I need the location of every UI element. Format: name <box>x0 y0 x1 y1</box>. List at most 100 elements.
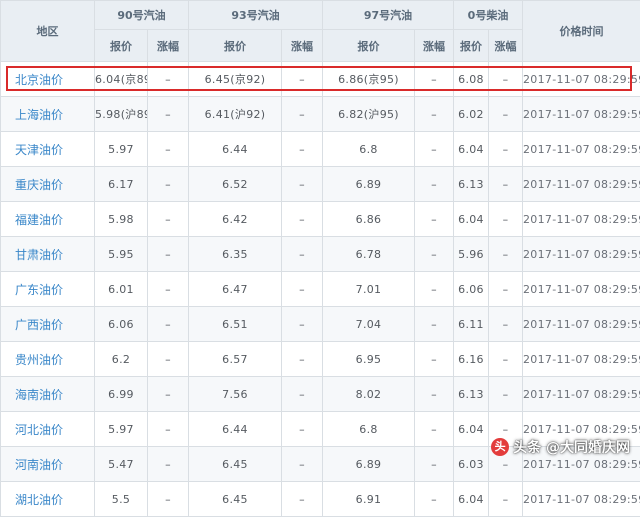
price-90: 5.47 <box>95 447 148 482</box>
header-price-90: 报价 <box>95 30 148 62</box>
header-change-0: 涨幅 <box>489 30 523 62</box>
price-97: 7.04 <box>323 307 415 342</box>
change-0: – <box>489 132 523 167</box>
price-93: 6.44 <box>189 132 282 167</box>
header-change-97: 涨幅 <box>415 30 454 62</box>
price-97: 6.86 <box>323 202 415 237</box>
change-93: – <box>282 202 323 237</box>
price-0: 6.11 <box>454 307 489 342</box>
header-change-90: 涨幅 <box>148 30 189 62</box>
price-97: 6.89 <box>323 167 415 202</box>
price-90: 6.17 <box>95 167 148 202</box>
region-link[interactable]: 贵州油价 <box>1 342 95 377</box>
region-link[interactable]: 天津油价 <box>1 132 95 167</box>
header-change-93: 涨幅 <box>282 30 323 62</box>
table-row: 湖北油价 5.5 – 6.45 – 6.91 – 6.04 – 2017-11-… <box>1 482 640 517</box>
header-price-0: 报价 <box>454 30 489 62</box>
change-97: – <box>415 167 454 202</box>
region-link[interactable]: 广西油价 <box>1 307 95 342</box>
region-link[interactable]: 甘肃油价 <box>1 237 95 272</box>
price-0: 6.02 <box>454 97 489 132</box>
price-97: 6.95 <box>323 342 415 377</box>
change-90: – <box>148 272 189 307</box>
price-90: 6.06 <box>95 307 148 342</box>
change-0: – <box>489 167 523 202</box>
header-price-93: 报价 <box>189 30 282 62</box>
change-0: – <box>489 97 523 132</box>
change-90: – <box>148 447 189 482</box>
price-93: 6.35 <box>189 237 282 272</box>
price-90: 5.97 <box>95 132 148 167</box>
price-97: 7.01 <box>323 272 415 307</box>
region-link[interactable]: 重庆油价 <box>1 167 95 202</box>
price-97: 6.8 <box>323 412 415 447</box>
price-0: 6.16 <box>454 342 489 377</box>
change-90: – <box>148 62 189 97</box>
change-0: – <box>489 237 523 272</box>
change-97: – <box>415 377 454 412</box>
price-0: 6.04 <box>454 412 489 447</box>
price-time: 2017-11-07 08:29:59 <box>523 272 640 307</box>
change-93: – <box>282 412 323 447</box>
change-0: – <box>489 377 523 412</box>
change-0: – <box>489 307 523 342</box>
region-link[interactable]: 上海油价 <box>1 97 95 132</box>
price-90: 6.01 <box>95 272 148 307</box>
price-93: 6.45(京92) <box>189 62 282 97</box>
region-link[interactable]: 北京油价 <box>1 62 95 97</box>
change-90: – <box>148 307 189 342</box>
price-90: 5.97 <box>95 412 148 447</box>
price-time: 2017-11-07 08:29:59 <box>523 167 640 202</box>
price-93: 6.47 <box>189 272 282 307</box>
price-90: 5.95 <box>95 237 148 272</box>
price-0: 6.06 <box>454 272 489 307</box>
header-price-97: 报价 <box>323 30 415 62</box>
change-90: – <box>148 342 189 377</box>
change-93: – <box>282 132 323 167</box>
region-link[interactable]: 河北油价 <box>1 412 95 447</box>
price-97: 6.82(沪95) <box>323 97 415 132</box>
price-93: 6.42 <box>189 202 282 237</box>
price-0: 6.04 <box>454 132 489 167</box>
price-time: 2017-11-07 08:29:59 <box>523 237 640 272</box>
region-link[interactable]: 河南油价 <box>1 447 95 482</box>
price-97: 6.8 <box>323 132 415 167</box>
region-link[interactable]: 海南油价 <box>1 377 95 412</box>
price-0: 6.13 <box>454 167 489 202</box>
price-97: 8.02 <box>323 377 415 412</box>
change-97: – <box>415 272 454 307</box>
change-93: – <box>282 342 323 377</box>
region-link[interactable]: 湖北油价 <box>1 482 95 517</box>
header-price-time: 价格时间 <box>523 1 640 62</box>
change-93: – <box>282 62 323 97</box>
change-93: – <box>282 377 323 412</box>
price-0: 6.04 <box>454 202 489 237</box>
change-97: – <box>415 447 454 482</box>
price-90: 6.04(京89) <box>95 62 148 97</box>
change-90: – <box>148 97 189 132</box>
price-90: 5.98(沪89) <box>95 97 148 132</box>
table-row: 北京油价 6.04(京89) – 6.45(京92) – 6.86(京95) –… <box>1 62 640 97</box>
table-row: 广西油价 6.06 – 6.51 – 7.04 – 6.11 – 2017-11… <box>1 307 640 342</box>
change-93: – <box>282 307 323 342</box>
change-90: – <box>148 482 189 517</box>
change-0: – <box>489 202 523 237</box>
region-link[interactable]: 广东油价 <box>1 272 95 307</box>
price-93: 6.45 <box>189 482 282 517</box>
price-90: 6.2 <box>95 342 148 377</box>
change-90: – <box>148 167 189 202</box>
header-fuel-97: 97号汽油 <box>323 1 454 30</box>
price-97: 6.78 <box>323 237 415 272</box>
price-93: 6.57 <box>189 342 282 377</box>
change-0: – <box>489 482 523 517</box>
table-row: 天津油价 5.97 – 6.44 – 6.8 – 6.04 – 2017-11-… <box>1 132 640 167</box>
change-90: – <box>148 132 189 167</box>
price-97: 6.89 <box>323 447 415 482</box>
change-97: – <box>415 97 454 132</box>
region-link[interactable]: 福建油价 <box>1 202 95 237</box>
header-fuel-90: 90号汽油 <box>95 1 189 30</box>
table-row: 上海油价 5.98(沪89) – 6.41(沪92) – 6.82(沪95) –… <box>1 97 640 132</box>
table-row: 福建油价 5.98 – 6.42 – 6.86 – 6.04 – 2017-11… <box>1 202 640 237</box>
price-93: 6.41(沪92) <box>189 97 282 132</box>
change-93: – <box>282 447 323 482</box>
